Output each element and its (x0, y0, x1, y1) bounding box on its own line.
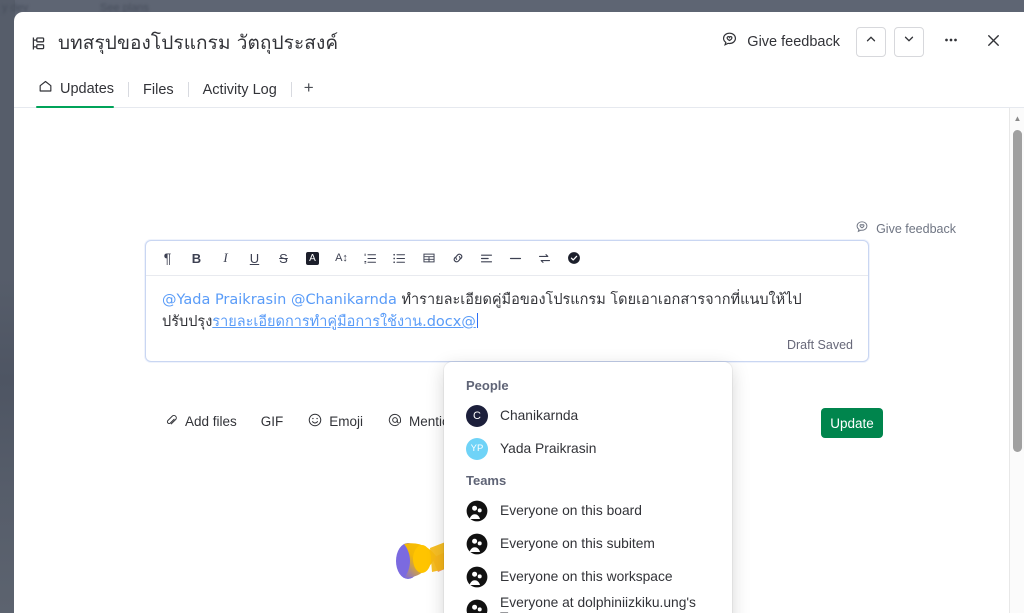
mention-option-team[interactable]: Everyone on this workspace (444, 560, 732, 593)
mention-option-person[interactable]: YP Yada Praikrasin (444, 432, 732, 465)
avatar: C (466, 404, 488, 427)
document-link[interactable]: รายละเอียดการทำคู่มือการใช้งาน.docx (212, 314, 461, 330)
underline-button[interactable]: U (241, 245, 268, 271)
link-button[interactable] (444, 245, 471, 271)
update-editor: ¶ B I U S A A↕ @Yada Praikrasin @Chanika… (145, 240, 869, 362)
mention-suggestions-menu: People C Chanikarnda YP Yada Praikrasin … (444, 362, 732, 613)
more-options-icon (942, 31, 960, 52)
update-button[interactable]: Update (821, 408, 883, 438)
mention-person-name: Yada Praikrasin (500, 441, 597, 456)
gif-label: GIF (260, 414, 284, 429)
scrollbar-thumb[interactable] (1013, 130, 1022, 452)
give-feedback-label: Give feedback (747, 33, 840, 50)
close-icon (984, 31, 1003, 53)
tab-bar: Updates Files Activity Log + (14, 74, 1024, 108)
editor-body-text-2: ปรับปรุง (162, 314, 213, 331)
text-cursor (476, 313, 478, 329)
scroll-down-arrow-icon[interactable]: ▼ (1010, 607, 1024, 613)
mention-trigger-char: @ (461, 314, 476, 331)
mention-option-person[interactable]: C Chanikarnda (444, 399, 732, 432)
bulleted-list-button[interactable] (386, 245, 413, 271)
previous-item-button[interactable] (856, 26, 886, 57)
add-files-button[interactable]: Add files (160, 410, 241, 434)
mention-option-team[interactable]: Everyone on this subitem (444, 527, 732, 560)
team-group-icon (466, 533, 488, 555)
modal-body: Give feedback ¶ B I U S A A↕ @Yada Praik… (14, 108, 1024, 613)
mention-person-name: Chanikarnda (500, 408, 579, 423)
inner-give-feedback-link[interactable]: Give feedback (855, 220, 956, 237)
mention-chip-2: @Chanikarnda (290, 292, 397, 308)
smiley-icon (307, 412, 323, 431)
mention-team-name: Everyone on this subitem (500, 536, 655, 551)
tab-files[interactable]: Files (129, 82, 188, 107)
page-title: บทสรุปของโปรแกรม วัตถุประสงค์ (58, 32, 339, 54)
editor-body-text-1: ทำรายละเอียดคู่มือของโปรแกรม โดยเอาเอกสา… (401, 292, 802, 308)
editor-text-area[interactable]: @Yada Praikrasin @Chanikarnda ทำรายละเอี… (146, 276, 868, 361)
horizontal-rule-button[interactable] (502, 245, 529, 271)
inner-give-feedback-label: Give feedback (876, 221, 956, 236)
team-group-icon (466, 599, 488, 613)
home-icon (38, 79, 53, 98)
draft-status: Draft Saved (786, 338, 853, 352)
gif-button[interactable]: GIF (257, 411, 288, 432)
scroll-up-arrow-icon[interactable]: ▲ (1010, 110, 1024, 126)
people-group-title: People (466, 378, 509, 393)
more-options-button[interactable] (936, 27, 966, 57)
mention-option-team[interactable]: Everyone on this board (444, 494, 732, 527)
modal-header: บทสรุปของโปรแกรม วัตถุประสงค์ Give feedb… (14, 12, 1024, 74)
indent-button[interactable] (531, 245, 558, 271)
text-color-button[interactable]: A (299, 245, 326, 271)
title-row: บทสรุปของโปรแกรม วัตถุประสงค์ (30, 28, 338, 58)
mention-team-name: Everyone on this workspace (500, 569, 673, 584)
close-modal-button[interactable] (978, 27, 1008, 57)
emoji-label: Emoji (329, 414, 364, 429)
align-left-button[interactable] (473, 245, 500, 271)
tab-activity-log-label: Activity Log (202, 82, 277, 98)
check-circle-button[interactable] (560, 245, 587, 271)
backdrop-left-strip (0, 0, 15, 613)
tab-updates[interactable]: Updates (36, 79, 128, 108)
editor-toolbar: ¶ B I U S A A↕ (146, 241, 868, 276)
chevron-down-icon (902, 32, 916, 51)
mention-option-team[interactable]: Everyone at dolphiniizkiku.ung's Team (444, 593, 732, 613)
mention-team-name: Everyone on this board (500, 503, 642, 518)
tab-activity-log[interactable]: Activity Log (189, 82, 291, 107)
mention-team-name: Everyone at dolphiniizkiku.ung's Team (500, 594, 696, 613)
feedback-chat-icon (855, 220, 869, 237)
ordered-list-button[interactable] (357, 245, 384, 271)
paperclip-icon (164, 413, 179, 431)
teams-group-title: Teams (466, 473, 507, 488)
italic-button[interactable]: I (212, 245, 239, 271)
add-files-label: Add files (185, 414, 237, 429)
mention-chip-1: @Yada Praikrasin (162, 292, 287, 308)
feedback-chat-icon (721, 31, 738, 52)
bold-button[interactable]: B (183, 245, 210, 271)
add-tab-button[interactable]: + (292, 78, 326, 107)
paragraph-style-button[interactable]: ¶ (154, 245, 181, 271)
editor-footer-actions: Add files GIF Emoji Mention (160, 409, 461, 434)
tab-updates-label: Updates (60, 80, 115, 97)
emoji-button[interactable]: Emoji (303, 409, 367, 434)
strikethrough-button[interactable]: S (270, 245, 297, 271)
table-button[interactable] (415, 245, 442, 271)
header-actions: Give feedback (713, 25, 1008, 58)
team-group-icon (466, 566, 488, 588)
at-sign-icon (387, 412, 403, 431)
team-group-icon (466, 500, 488, 522)
content-scrollbar[interactable]: ▲ ▼ (1009, 108, 1024, 613)
avatar: YP (466, 437, 488, 460)
chevron-up-icon (864, 32, 878, 51)
next-item-button[interactable] (894, 26, 924, 57)
item-board-icon (30, 35, 47, 52)
item-detail-modal: บทสรุปของโปรแกรม วัตถุประสงค์ Give feedb… (14, 12, 1024, 613)
font-size-button[interactable]: A↕ (328, 245, 355, 271)
tab-files-label: Files (143, 82, 174, 98)
give-feedback-button[interactable]: Give feedback (713, 25, 848, 58)
